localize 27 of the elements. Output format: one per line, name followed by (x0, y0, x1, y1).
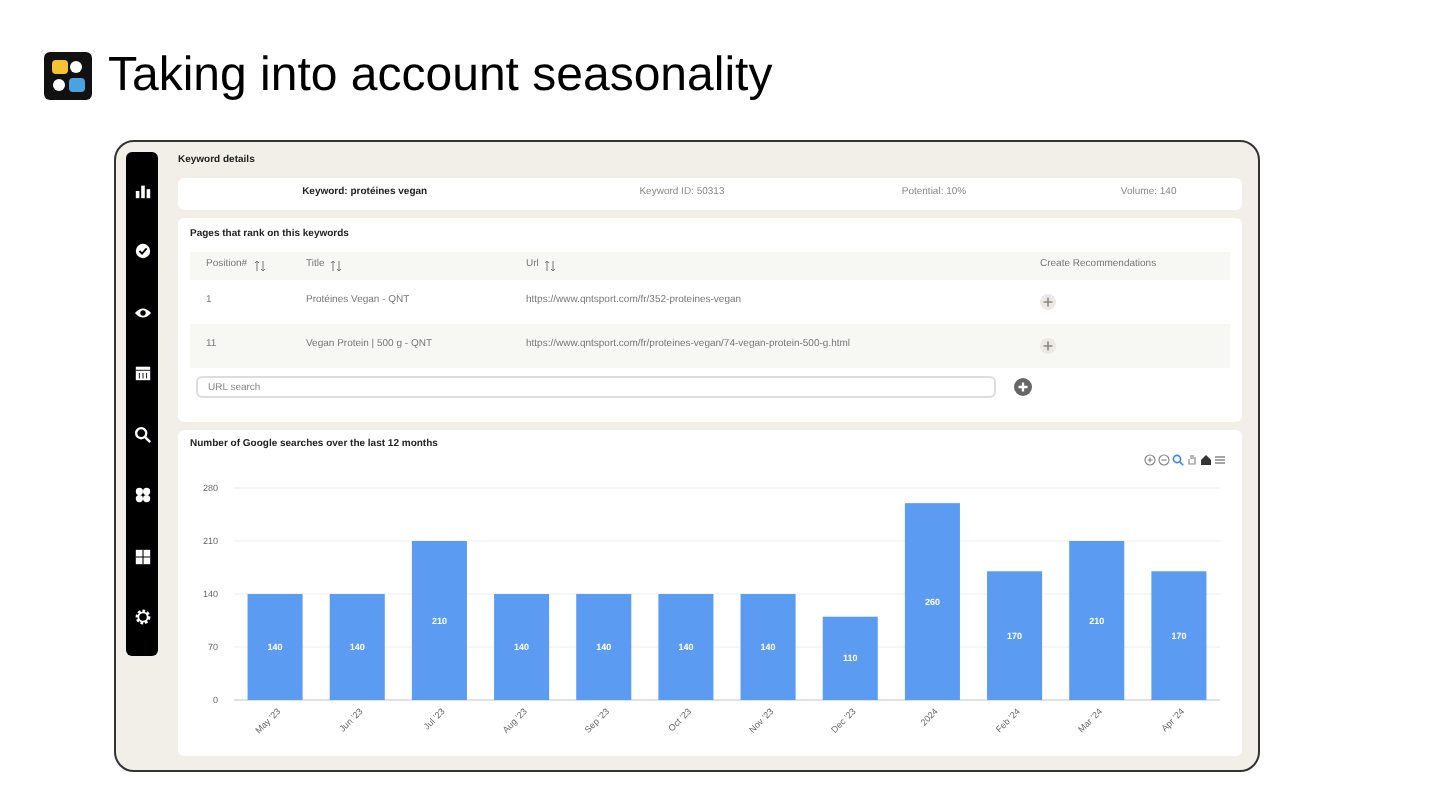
add-icon[interactable] (1040, 294, 1056, 310)
home-icon[interactable] (1200, 453, 1212, 465)
bar (576, 594, 632, 700)
bar (494, 594, 550, 700)
calendar-icon[interactable] (133, 364, 151, 383)
grid-icon[interactable] (133, 547, 151, 566)
eye-icon[interactable] (133, 303, 151, 322)
sort-icon[interactable] (330, 260, 343, 272)
bar (822, 616, 878, 700)
zoom-in-icon[interactable] (1144, 453, 1156, 465)
search-icon[interactable] (133, 425, 151, 444)
bar (987, 571, 1043, 700)
bar (1151, 571, 1207, 700)
check-circle-icon[interactable] (133, 242, 151, 261)
bar (740, 594, 796, 700)
sort-icon[interactable] (253, 260, 266, 272)
bar (247, 594, 303, 700)
bar (329, 594, 385, 700)
logo-icon (44, 52, 92, 100)
bar-chart-icon[interactable] (133, 181, 151, 200)
apps-icon[interactable] (133, 486, 151, 505)
slide-title: Taking into account seasonality (108, 52, 773, 100)
bar (658, 594, 714, 700)
add-icon[interactable] (1040, 338, 1056, 354)
zoom-out-icon[interactable] (1158, 453, 1170, 465)
sort-icon[interactable] (544, 260, 557, 272)
settings-icon[interactable] (133, 608, 151, 627)
